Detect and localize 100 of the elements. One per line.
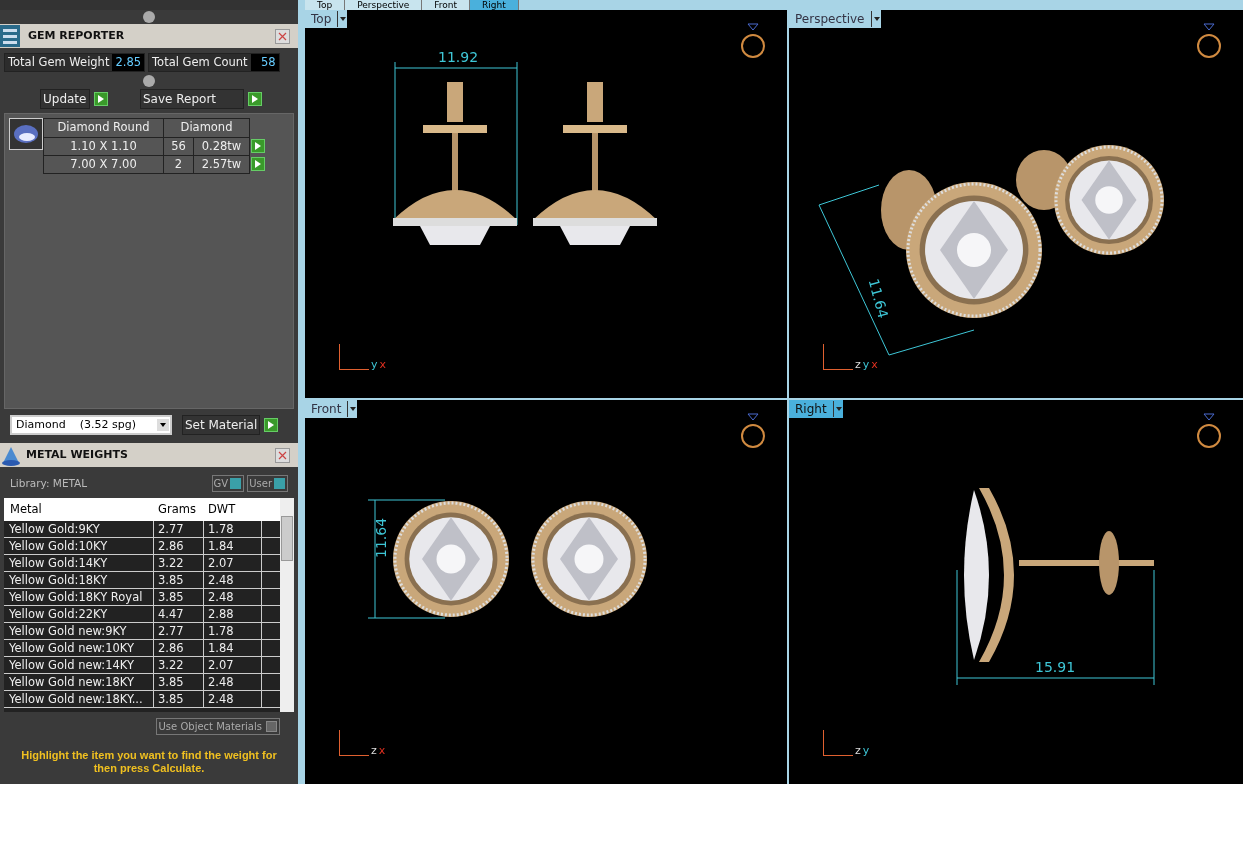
total-label: Total Gem Weight: [7, 54, 111, 71]
axis-label: x: [379, 359, 387, 370]
table-cell: 3.22: [154, 657, 204, 674]
panel-title: GEM REPORTER: [28, 27, 126, 44]
table-cell: Yellow Gold new:14KY: [4, 657, 154, 674]
table-cell: 2.48: [204, 572, 262, 589]
axis-label: x: [871, 359, 878, 370]
table-cell: Yellow Gold new:9KY: [4, 623, 154, 640]
table-cell: Yellow Gold:22KY: [4, 606, 154, 623]
table-cell: Yellow Gold:9KY: [4, 521, 154, 538]
view-label[interactable]: Perspective: [789, 10, 881, 28]
table-cell: 2.88: [204, 606, 262, 623]
ring-icon: [1195, 20, 1223, 60]
close-button[interactable]: [275, 447, 290, 463]
axis-label: y: [862, 359, 870, 370]
table-cell: 2.48: [204, 691, 262, 708]
table-cell: 2: [163, 155, 194, 174]
table-cell: Yellow Gold new:18KY: [4, 674, 154, 691]
report-button[interactable]: Save Report: [140, 89, 244, 110]
dropdown-arrow-icon[interactable]: [337, 11, 348, 27]
ring-icon: [739, 410, 767, 450]
table-cell: 2.77: [154, 623, 204, 640]
dimension-label: 11.64: [865, 277, 892, 320]
view-label[interactable]: Right: [789, 400, 843, 418]
toggle-button[interactable]: GV: [211, 475, 245, 493]
table-cell: 1.78: [204, 521, 262, 538]
dimension-label: 11.64: [373, 517, 389, 558]
axis-label: z: [855, 745, 861, 756]
view-label[interactable]: Front: [305, 400, 358, 418]
axis-label: z: [855, 359, 861, 370]
table-cell: 1.84: [204, 538, 262, 555]
table-cell: 3.85: [154, 572, 204, 589]
table-cell: 3.85: [154, 589, 204, 606]
scrollbar[interactable]: [280, 498, 294, 713]
dropdown-arrow-icon[interactable]: [870, 11, 881, 27]
gem-report-icon: [0, 25, 20, 47]
table-header: Diamond: [163, 118, 250, 137]
table-cell: Yellow Gold:18KY Royal: [4, 589, 154, 606]
axis-indicator: [339, 344, 369, 370]
table-cell: 2.07: [204, 555, 262, 572]
collapse-handle[interactable]: [143, 11, 155, 23]
view-label[interactable]: Top: [305, 10, 348, 28]
axis-label: y: [862, 745, 870, 756]
table-cell: 56: [163, 137, 194, 156]
axis-label: y: [371, 359, 378, 370]
close-button[interactable]: [275, 28, 290, 44]
axis-label: x: [378, 745, 386, 756]
total-label: Total Gem Count: [151, 54, 249, 71]
table-cell: 3.85: [154, 691, 204, 708]
table-cell: 2.48: [204, 589, 262, 606]
table-cell: 2.48: [204, 674, 262, 691]
table-cell: 0.28tw: [193, 137, 250, 156]
column-header: DWT: [207, 501, 237, 519]
toggle-button[interactable]: User: [247, 475, 288, 493]
table-header: Diamond Round: [43, 118, 164, 137]
table-cell: Yellow Gold:14KY: [4, 555, 154, 572]
table-cell: Yellow Gold new:10KY: [4, 640, 154, 657]
axis-indicator: [823, 730, 853, 756]
dropdown-arrow-icon[interactable]: [347, 401, 358, 417]
dimension-label: 11.92: [438, 49, 479, 65]
panel-title: METAL WEIGHTS: [26, 447, 129, 463]
report-button[interactable]: Update: [40, 89, 90, 110]
ring-icon: [739, 20, 767, 60]
table-cell: 7.00 X 7.00: [43, 155, 164, 174]
table-cell: 2.57tw: [193, 155, 250, 174]
table-cell: Yellow Gold:18KY: [4, 572, 154, 589]
table-cell: 2.86: [154, 538, 204, 555]
table-cell: 4.47: [154, 606, 204, 623]
table-cell: 2.86: [154, 640, 204, 657]
table-cell: 3.85: [154, 674, 204, 691]
play-icon[interactable]: [251, 138, 265, 153]
axis-indicator: [339, 730, 369, 756]
table-cell: 1.84: [204, 640, 262, 657]
gem-icon: [13, 124, 39, 145]
set-material-button[interactable]: Set Material: [182, 415, 261, 436]
play-icon[interactable]: [251, 156, 265, 171]
ring-icon: [1195, 410, 1223, 450]
column-header: Grams: [157, 501, 197, 519]
table-cell: Yellow Gold:10KY: [4, 538, 154, 555]
table-cell: Yellow Gold new:18KY...: [4, 691, 154, 708]
table-cell: 1.78: [204, 623, 262, 640]
axis-indicator: [823, 344, 853, 370]
table-cell: 1.10 X 1.10: [43, 137, 164, 156]
dropdown-arrow-icon[interactable]: [832, 401, 843, 417]
play-icon[interactable]: [264, 418, 279, 433]
table-cell: 2.07: [204, 657, 262, 674]
collapse-handle[interactable]: [143, 75, 155, 88]
table-cell: 2.77: [154, 521, 204, 538]
material-select[interactable]: Diamond (3.52 spg): [10, 415, 172, 436]
library-label: Library: METAL: [10, 475, 88, 491]
axis-label: z: [371, 745, 377, 756]
play-icon[interactable]: [94, 92, 108, 107]
dimension-label: 15.91: [1035, 659, 1076, 675]
use-object-materials-checkbox[interactable]: Use Object Materials: [155, 718, 280, 736]
total-value: 2.85: [112, 54, 145, 72]
total-value: 58: [250, 54, 279, 72]
table-cell: 3.22: [154, 555, 204, 572]
play-icon[interactable]: [248, 92, 262, 107]
hint-text: Highlight the item you want to find the weight for then press Calculate.: [20, 749, 278, 776]
column-header: Metal: [9, 501, 43, 519]
